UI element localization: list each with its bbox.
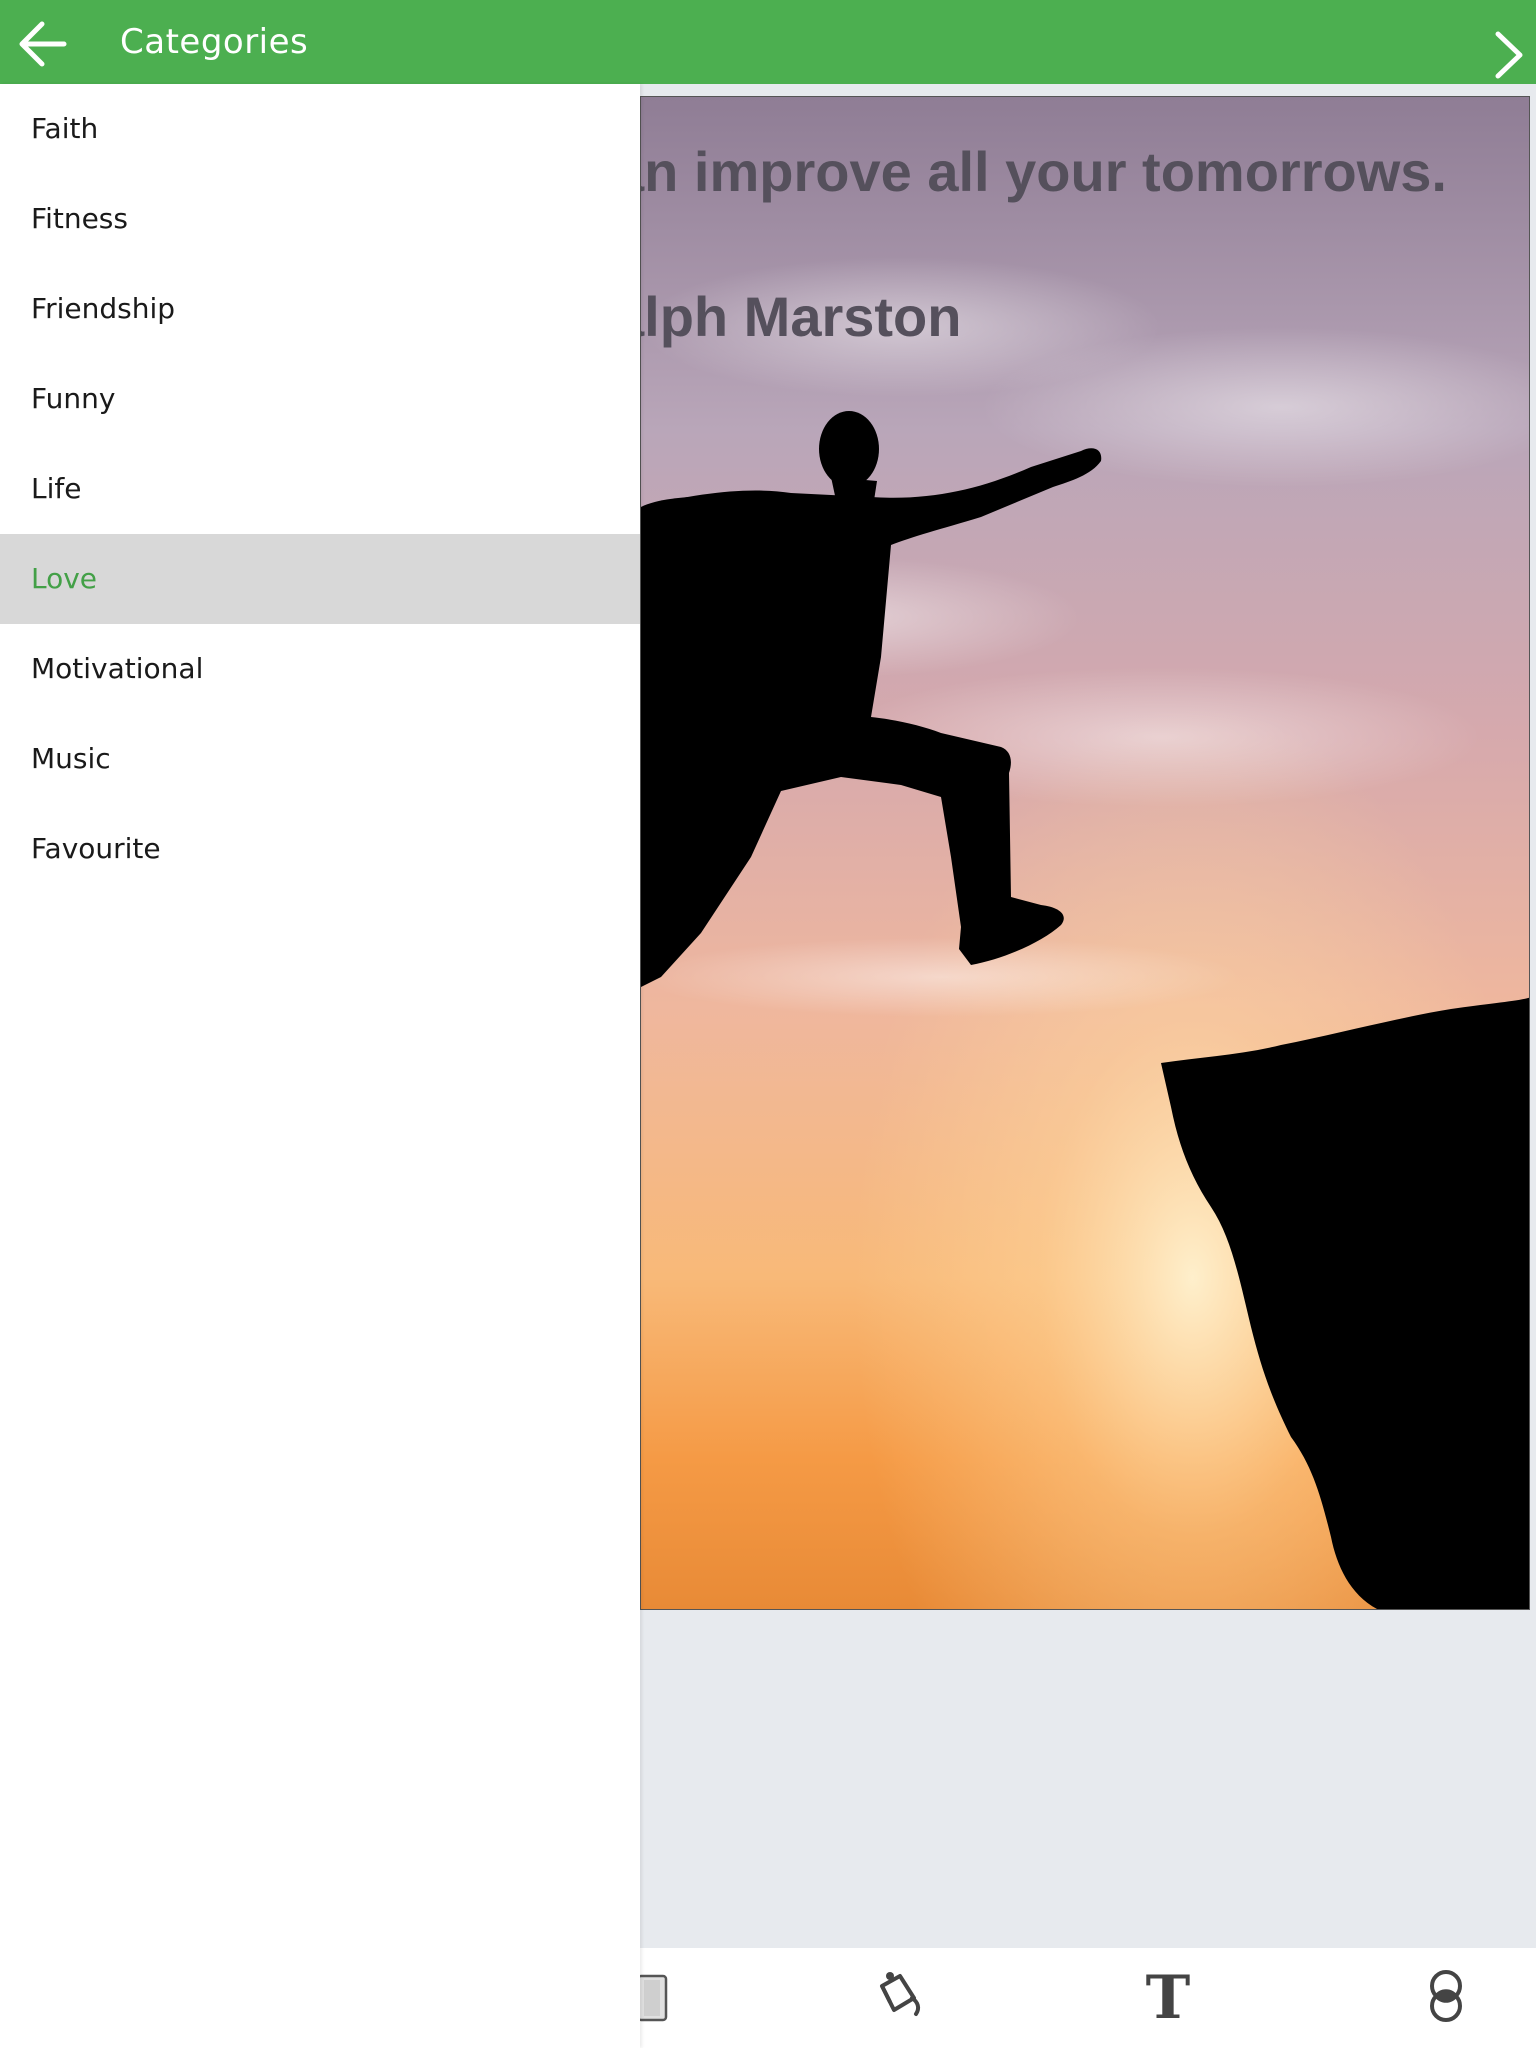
text-icon: T bbox=[1146, 1963, 1191, 2033]
background-tool-button[interactable] bbox=[866, 1964, 930, 2028]
category-item-funny[interactable]: Funny bbox=[0, 354, 640, 444]
app-bar: Categories bbox=[0, 0, 1536, 84]
back-button[interactable] bbox=[14, 18, 74, 70]
quote-author-line: alph Marston bbox=[640, 285, 962, 348]
category-item-life[interactable]: Life bbox=[0, 444, 640, 534]
categories-drawer: Faith Fitness Friendship Funny Life Love Motiv… bbox=[0, 84, 640, 2048]
arrow-left-icon bbox=[19, 21, 67, 67]
chevron-right-icon bbox=[1495, 31, 1523, 79]
quote-card[interactable]: an improve all your tomorrows. alph Mars… bbox=[640, 96, 1530, 1610]
category-item-fitness[interactable]: Fitness bbox=[0, 174, 640, 264]
category-item-motivational[interactable]: Motivational bbox=[0, 624, 640, 714]
text-tool-button[interactable]: T bbox=[1136, 1963, 1200, 2033]
page-title: Categories bbox=[120, 22, 309, 62]
quote-text-line: an improve all your tomorrows. bbox=[640, 140, 1447, 203]
bottom-toolbar: T bbox=[636, 1948, 1536, 2048]
category-item-music[interactable]: Music bbox=[0, 714, 640, 804]
category-item-love[interactable]: Love bbox=[0, 534, 640, 624]
next-button[interactable] bbox=[1488, 30, 1530, 80]
category-item-friendship[interactable]: Friendship bbox=[0, 264, 640, 354]
filter-icon bbox=[1430, 1970, 1462, 2022]
quote-content-area: an improve all your tomorrows. alph Mars… bbox=[636, 84, 1536, 2048]
filter-tool-button[interactable] bbox=[1414, 1964, 1478, 2028]
category-item-faith[interactable]: Faith bbox=[0, 84, 640, 174]
category-item-favourite[interactable]: Favourite bbox=[0, 804, 640, 894]
paint-bucket-icon bbox=[880, 1972, 921, 2016]
svg-text:T: T bbox=[1146, 1964, 1191, 2028]
category-list: Faith Fitness Friendship Funny Life Love Motiv… bbox=[0, 84, 640, 894]
